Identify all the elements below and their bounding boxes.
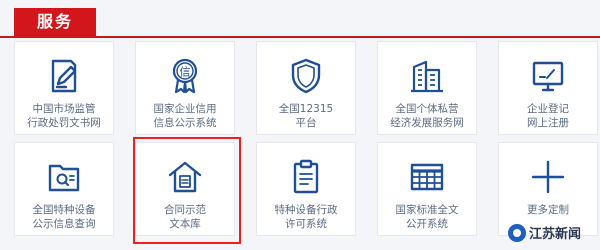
svg-text:信: 信 (180, 66, 191, 79)
credit-badge-icon: 信 (136, 56, 234, 96)
service-label-line1: 特种设备行政 (274, 204, 338, 216)
service-card-private-dev[interactable]: 全国个体私营 经济发展服务网 (377, 41, 477, 135)
service-card-equipment-license[interactable]: 特种设备行政 许可系统 (256, 142, 356, 236)
plus-icon (499, 157, 597, 197)
service-label-line2: 许可系统 (285, 218, 327, 230)
service-label-line2: 公开系统 (406, 218, 448, 230)
monitor-edit-icon (499, 56, 597, 96)
service-label-line1: 国家标准全文 (395, 204, 459, 216)
service-card-standards[interactable]: 国家标准全文 公开系统 (377, 142, 477, 236)
service-label-line1: 全国12315 (278, 103, 334, 115)
document-edit-icon (15, 56, 113, 96)
folder-search-icon (15, 157, 113, 197)
service-label-line2: 平台 (295, 117, 317, 129)
service-card-case-docs[interactable]: 中国市场监管 行政处罚文书网 (14, 41, 114, 135)
jiangsu-news-logo-icon (508, 223, 526, 242)
service-card-more-custom[interactable]: 更多定制 (498, 142, 598, 236)
clipboard-icon (257, 157, 355, 197)
service-label-line2: 行政处罚文书网 (27, 117, 101, 129)
service-card-credit-info[interactable]: 信 国家企业信用 信息公示系统 (135, 41, 235, 135)
service-label-line2: 公示信息查询 (32, 218, 96, 230)
service-label-line2: 文本库 (169, 218, 201, 230)
service-label-line1: 国家企业信用 (153, 103, 217, 115)
service-label-line1: 全国特种设备 (32, 204, 96, 216)
service-card-hotline-12315[interactable]: 全国12315 平台 (256, 41, 356, 135)
shield-icon (257, 56, 355, 96)
house-document-icon (136, 157, 234, 197)
service-label-line1: 全国个体私营 (395, 103, 459, 115)
watermark-text: 江苏新闻 (529, 227, 582, 242)
service-label-line1: 更多定制 (527, 204, 569, 216)
service-grid: 中国市场监管 行政处罚文书网 信 国家企业信用 信息公示系统 全国12315 平… (0, 0, 600, 250)
service-label-line1: 中国市场监管 (32, 103, 96, 115)
service-label-line1: 合同示范 (164, 204, 206, 216)
buildings-icon (378, 56, 476, 96)
grid-table-icon (378, 157, 476, 197)
service-card-special-equipment[interactable]: 全国特种设备 公示信息查询 (14, 142, 114, 236)
service-card-enterprise-register[interactable]: 企业登记 网上注册 (498, 41, 598, 135)
service-label-line2: 信息公示系统 (153, 117, 217, 129)
service-card-contract-library[interactable]: 合同示范 文本库 (135, 142, 235, 236)
watermark: 江苏新闻 (508, 223, 581, 242)
service-label-line2: 经济发展服务网 (390, 117, 464, 129)
service-label-line1: 企业登记 (527, 103, 569, 115)
service-label-line2: 网上注册 (527, 117, 569, 129)
